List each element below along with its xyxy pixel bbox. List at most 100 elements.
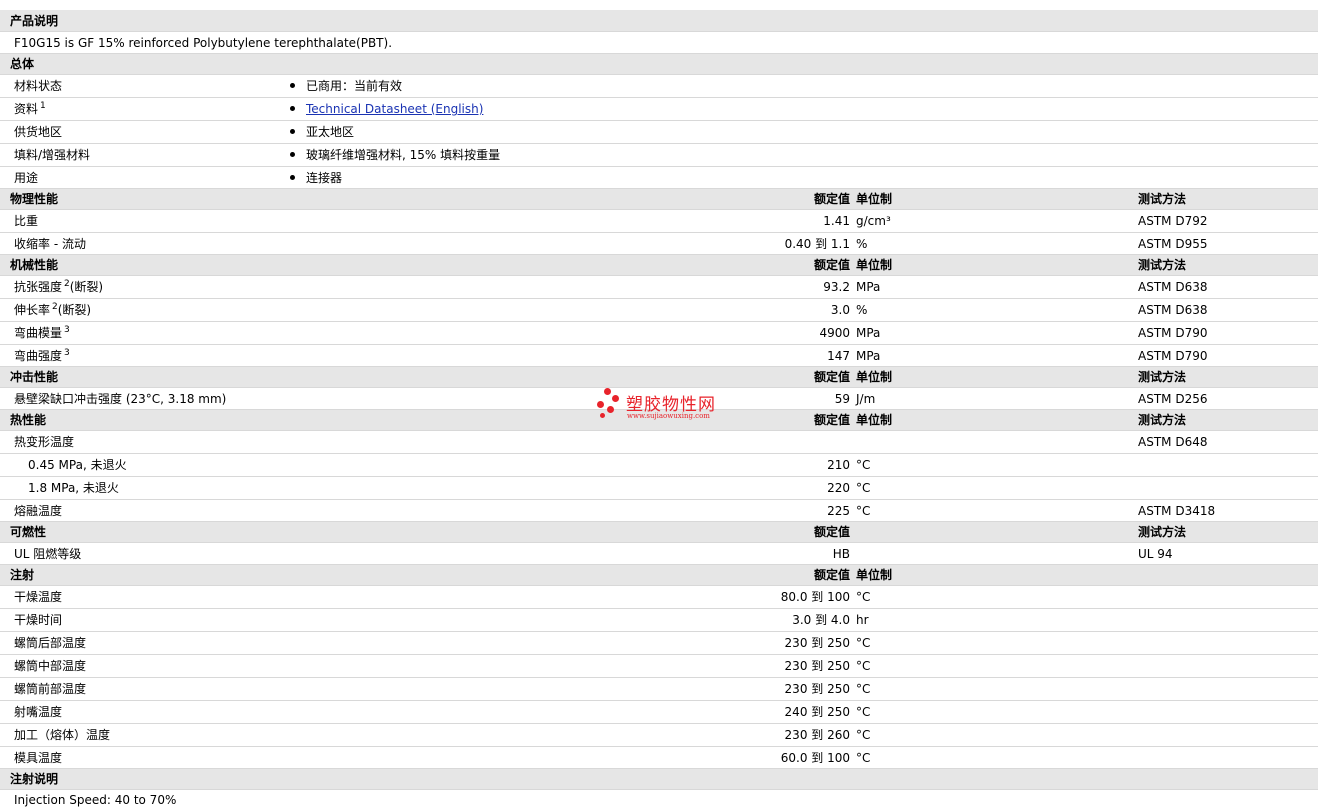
row-value: 3.0	[830, 303, 850, 317]
value-text: 已商用：当前有效	[306, 79, 403, 93]
section-header-product-desc: 产品说明	[0, 10, 1318, 32]
label-suffix: (断裂)	[69, 280, 104, 294]
row-unit: °C	[856, 458, 871, 472]
row-unit: g/cm³	[856, 214, 891, 228]
logo-dot-icon	[607, 406, 614, 413]
row-value: 230 到 250	[784, 636, 850, 650]
table-row: 干燥温度 80.0 到 100 °C	[0, 586, 1318, 609]
product-desc-row: F10G15 is GF 15% reinforced Polybutylene…	[0, 32, 1318, 54]
row-value: 连接器	[290, 167, 342, 189]
row-unit: °C	[856, 481, 871, 495]
row-test: ASTM D638	[1138, 303, 1208, 317]
row-unit: %	[856, 303, 868, 317]
col-test: 测试方法	[1138, 192, 1187, 206]
footnote-marker: 3	[64, 325, 70, 335]
row-test: ASTM D638	[1138, 280, 1208, 294]
row-value: 210	[827, 458, 850, 472]
col-test: 测试方法	[1138, 413, 1187, 427]
row-value: 80.0 到 100	[780, 590, 850, 604]
row-value: 230 到 250	[784, 659, 850, 673]
col-nominal: 额定值	[813, 525, 850, 539]
bullet-icon	[290, 129, 295, 134]
table-row: 弯曲强度 3 147 MPa ASTM D790	[0, 345, 1318, 367]
table-row: 伸长率 2(断裂) 3.0 % ASTM D638	[0, 299, 1318, 322]
col-unit: 单位制	[856, 413, 893, 427]
row-value: Technical Datasheet (English)	[290, 98, 483, 121]
table-row: 模具温度 60.0 到 100 °C	[0, 747, 1318, 769]
row-label: 热变形温度	[14, 435, 75, 449]
row-unit: °C	[856, 682, 871, 696]
row-test: ASTM D256	[1138, 392, 1208, 406]
table-row: 熔融温度 225 °C ASTM D3418	[0, 500, 1318, 522]
row-unit: °C	[856, 590, 871, 604]
row-value: 147	[827, 349, 850, 363]
section-title: 产品说明	[10, 14, 59, 28]
col-nominal: 额定值	[813, 258, 850, 272]
section-title: 冲击性能	[10, 370, 59, 384]
section-header-general: 总体	[0, 54, 1318, 75]
watermark-logo: 塑胶物性网 www.sujiaowuxing.com	[596, 388, 736, 422]
row-unit: °C	[856, 705, 871, 719]
injection-notes-row: Injection Speed: 40 to 70%	[0, 790, 1318, 811]
table-row: 干燥时间 3.0 到 4.0 hr	[0, 609, 1318, 632]
row-label: 弯曲强度 3	[14, 345, 70, 369]
row-label: 悬壁梁缺口冲击强度 (23°C, 3.18 mm)	[14, 392, 227, 406]
injection-notes-text: Injection Speed: 40 to 70%	[14, 793, 177, 807]
row-value: 4900	[819, 326, 850, 340]
general-row: 材料状态 已商用：当前有效	[0, 75, 1318, 98]
row-value: 60.0 到 100	[780, 751, 850, 765]
row-value: 230 到 250	[784, 682, 850, 696]
logo-dot-icon	[612, 395, 619, 402]
table-row: 加工（熔体）温度 230 到 260 °C	[0, 724, 1318, 747]
col-nominal: 额定值	[813, 370, 850, 384]
row-unit: hr	[856, 613, 869, 627]
row-test: ASTM D790	[1138, 349, 1208, 363]
row-value: 亚太地区	[290, 121, 354, 144]
section-header-physical: 物理性能 额定值 单位制 测试方法	[0, 189, 1318, 210]
col-unit: 单位制	[856, 192, 893, 206]
table-row: UL 阻燃等级 HB UL 94	[0, 543, 1318, 565]
row-label: 材料状态	[14, 79, 63, 93]
row-label: UL 阻燃等级	[14, 547, 82, 561]
row-unit: MPa	[856, 280, 881, 294]
row-label: 射嘴温度	[14, 705, 63, 719]
row-value: 3.0 到 4.0	[792, 613, 850, 627]
label-suffix: (断裂)	[57, 303, 92, 317]
table-row: 螺筒中部温度 230 到 250 °C	[0, 655, 1318, 678]
row-unit: J/m	[856, 392, 876, 406]
section-title: 注射说明	[10, 772, 59, 786]
table-row: 弯曲模量 3 4900 MPa ASTM D790	[0, 322, 1318, 345]
label-text: 资料	[14, 102, 39, 116]
row-label: 收缩率 - 流动	[14, 237, 86, 251]
row-test: UL 94	[1138, 547, 1173, 561]
row-value: 1.41	[823, 214, 850, 228]
row-unit: MPa	[856, 349, 881, 363]
row-unit: °C	[856, 659, 871, 673]
row-label: 干燥时间	[14, 613, 63, 627]
general-row: 填料/增强材料 玻璃纤维增强材料, 15% 填料按重量	[0, 144, 1318, 167]
product-desc-text: F10G15 is GF 15% reinforced Polybutylene…	[14, 36, 393, 50]
logo-dot-icon	[597, 401, 604, 408]
row-label: 1.8 MPa, 未退火	[28, 481, 119, 495]
section-header-injection: 注射 额定值 单位制	[0, 565, 1318, 586]
bullet-icon	[290, 106, 295, 111]
bullet-icon	[290, 83, 295, 88]
row-label: 螺筒前部温度	[14, 682, 87, 696]
row-label: 供货地区	[14, 125, 63, 139]
footnote-marker: 1	[40, 101, 46, 111]
table-row: 收缩率 - 流动 0.40 到 1.1 % ASTM D955	[0, 233, 1318, 255]
row-test: ASTM D792	[1138, 214, 1208, 228]
table-row: 抗张强度 2(断裂) 93.2 MPa ASTM D638	[0, 276, 1318, 299]
technical-datasheet-link[interactable]: Technical Datasheet (English)	[306, 102, 483, 116]
value-text: 连接器	[306, 171, 343, 185]
row-label: 熔融温度	[14, 504, 63, 518]
col-test: 测试方法	[1138, 370, 1187, 384]
section-header-mechanical: 机械性能 额定值 单位制 测试方法	[0, 255, 1318, 276]
value-text: 玻璃纤维增强材料, 15% 填料按重量	[306, 148, 501, 162]
row-unit: %	[856, 237, 868, 251]
row-label: 模具温度	[14, 751, 63, 765]
row-unit: °C	[856, 728, 871, 742]
row-label: 加工（熔体）温度	[14, 728, 111, 742]
table-row: 螺筒前部温度 230 到 250 °C	[0, 678, 1318, 701]
row-unit: °C	[856, 504, 871, 518]
